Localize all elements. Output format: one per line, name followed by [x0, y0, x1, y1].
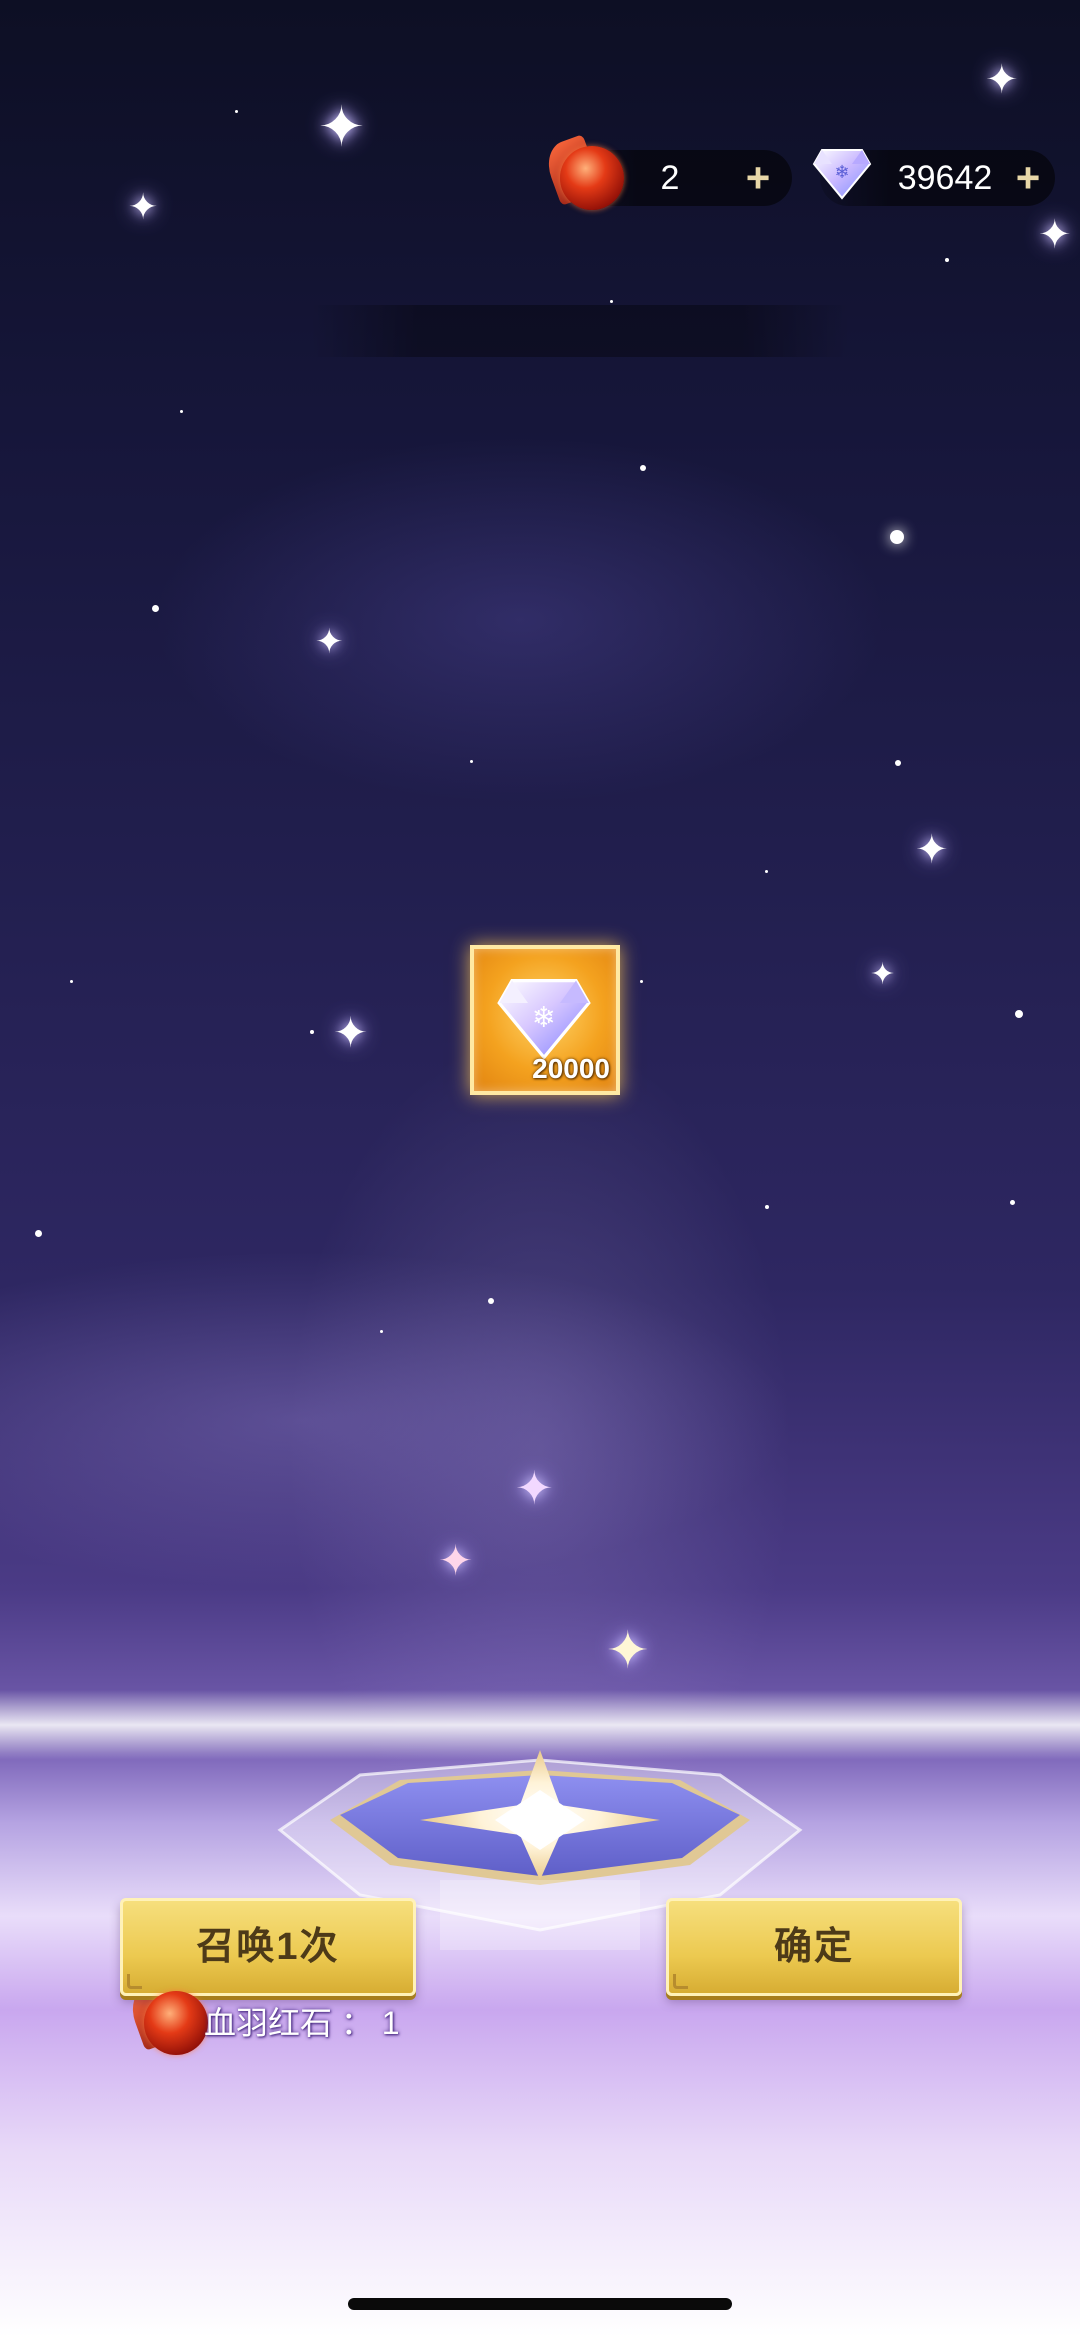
star	[470, 760, 473, 763]
svg-text:❄: ❄	[532, 1000, 556, 1034]
sparkle: ✦	[985, 57, 1019, 103]
svg-text:❄: ❄	[834, 162, 849, 183]
sparkle: ✦	[870, 957, 896, 992]
star	[488, 1298, 494, 1304]
star	[180, 410, 183, 413]
diamond-icon: ❄	[497, 979, 591, 1060]
sparkle: ✦	[438, 1536, 474, 1585]
reward-amount: 20000	[532, 1053, 610, 1084]
sparkle: ✦	[515, 1461, 554, 1515]
reward-card[interactable]: ❄ 20000	[470, 945, 620, 1095]
sparkle: ✦	[315, 622, 344, 662]
button-corner-decoration	[127, 1974, 142, 1989]
sparkle: ✦	[915, 827, 949, 873]
blood-feather-red-stone-icon	[144, 1991, 208, 2055]
confirm-button[interactable]: 确定	[666, 1898, 962, 1996]
star	[765, 1205, 769, 1209]
add-diamond-button[interactable]: +	[1008, 157, 1048, 199]
confirm-label: 确定	[773, 1926, 854, 1968]
sparkle: ✦	[1038, 212, 1072, 258]
star	[610, 300, 613, 303]
star	[890, 530, 904, 544]
diamond-icon: ❄	[812, 149, 872, 200]
star	[310, 1030, 314, 1034]
title-banner-shadow	[310, 305, 850, 357]
star	[35, 1230, 42, 1237]
sparkle: ✦	[333, 1008, 369, 1057]
summon-cost-label: 血羽红石 ： 1	[204, 2005, 400, 2041]
star	[640, 465, 646, 471]
star	[235, 110, 238, 113]
summon-once-label: 召唤1次	[196, 1926, 340, 1968]
sparkle: ✦	[318, 95, 365, 160]
diamond-count: 39642	[897, 159, 993, 197]
star	[765, 870, 768, 873]
sparkle: ✦	[606, 1621, 650, 1681]
star	[895, 760, 901, 766]
star	[640, 980, 643, 983]
blood-stone-count: 2	[660, 159, 680, 197]
sparkle: ✦	[128, 187, 159, 228]
star	[152, 605, 159, 612]
star	[380, 1330, 383, 1333]
button-corner-decoration	[673, 1974, 688, 1989]
blood-feather-red-stone-icon	[560, 146, 624, 210]
summon-once-button[interactable]: 召唤1次	[120, 1898, 416, 1996]
star	[945, 258, 949, 262]
add-blood-stone-button[interactable]: +	[738, 157, 778, 199]
star	[1015, 1010, 1023, 1018]
star	[70, 980, 73, 983]
home-indicator[interactable]	[348, 2298, 732, 2310]
star	[1010, 1200, 1015, 1205]
